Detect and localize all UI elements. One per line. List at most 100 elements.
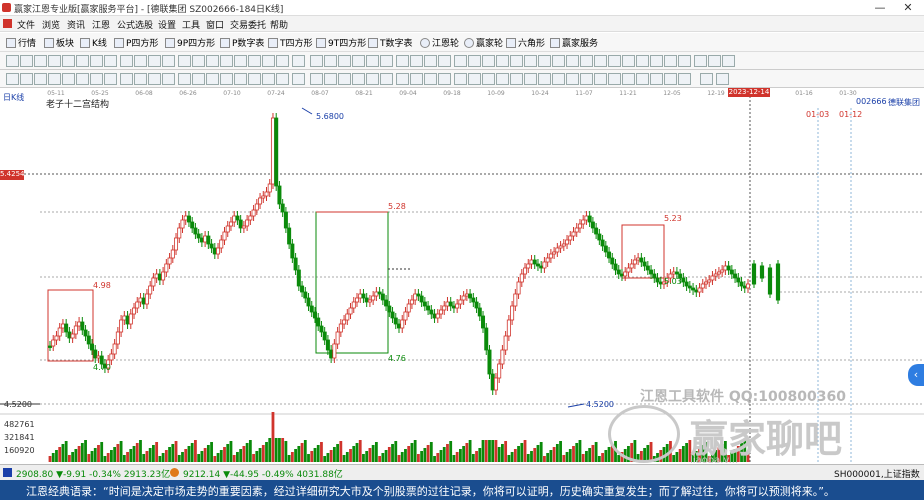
tool-button-28[interactable]: [410, 55, 423, 67]
chart-tool-button-43[interactable]: [622, 73, 635, 85]
tool-button-6[interactable]: [90, 55, 103, 67]
tool-button-33[interactable]: [482, 55, 495, 67]
chart-tool-button-16[interactable]: [234, 73, 247, 85]
tool-button-13[interactable]: [192, 55, 205, 67]
chart-tool-button-32[interactable]: [468, 73, 481, 85]
chart-tool-button-28[interactable]: [410, 73, 423, 85]
tool-button-23[interactable]: [338, 55, 351, 67]
chart-tool-button-19[interactable]: [276, 73, 289, 85]
chart-tool-button-35[interactable]: [510, 73, 523, 85]
menu-help[interactable]: 帮助: [270, 18, 288, 31]
toolbar-t-table-button[interactable]: T数字表: [368, 36, 413, 49]
toolbar-quotes-button[interactable]: 行情: [6, 36, 36, 49]
current-index-label[interactable]: SH000001,上证指数: [834, 467, 920, 480]
chart-tool-button-39[interactable]: [566, 73, 579, 85]
close-button[interactable]: ✕: [896, 1, 920, 15]
chart-tool-button-30[interactable]: [438, 73, 451, 85]
toolbar-kline-button[interactable]: K线: [80, 36, 107, 49]
tool-button-7[interactable]: [104, 55, 117, 67]
tool-button-42[interactable]: [608, 55, 621, 67]
tool-button-11[interactable]: [162, 55, 175, 67]
tool-button-5[interactable]: [76, 55, 89, 67]
chart-tool-button-31[interactable]: [454, 73, 467, 85]
chart-tool-button-24[interactable]: [352, 73, 365, 85]
toolbar-sector-button[interactable]: 板块: [44, 36, 74, 49]
chart-tool-button-29[interactable]: [424, 73, 437, 85]
app-menu-icon[interactable]: [3, 19, 12, 28]
chart-tool-button-40[interactable]: [580, 73, 593, 85]
tool-button-19[interactable]: [276, 55, 289, 67]
menu-formula[interactable]: 公式选股: [117, 18, 153, 31]
sz-index-status[interactable]: 9212.14 ▼-44.95 -0.49% 4031.88亿: [183, 467, 343, 480]
chart-tool-button-18[interactable]: [262, 73, 275, 85]
menu-gann[interactable]: 江恩: [92, 18, 110, 31]
tool-button-30[interactable]: [438, 55, 451, 67]
chart-tool-button-38[interactable]: [552, 73, 565, 85]
chart-tool-button-4[interactable]: [62, 73, 75, 85]
tool-button-22[interactable]: [324, 55, 337, 67]
menu-trade[interactable]: 交易委托: [230, 18, 266, 31]
chart-tool-button-20[interactable]: [292, 73, 305, 85]
chart-tool-button-7[interactable]: [104, 73, 117, 85]
tool-button-35[interactable]: [510, 55, 523, 67]
tool-button-32[interactable]: [468, 55, 481, 67]
tool-button-47[interactable]: [678, 55, 691, 67]
toolbar-t-square-button[interactable]: T四方形: [268, 36, 313, 49]
chart-tool-button-47[interactable]: [678, 73, 691, 85]
tool-button-34[interactable]: [496, 55, 509, 67]
menu-settings[interactable]: 设置: [158, 18, 176, 31]
menu-news[interactable]: 资讯: [67, 18, 85, 31]
tool-button-21[interactable]: [310, 55, 323, 67]
chart-tool-button-0[interactable]: [6, 73, 19, 85]
tool-button-31[interactable]: [454, 55, 467, 67]
tool-button-44[interactable]: [636, 55, 649, 67]
chart-tool-button-5[interactable]: [76, 73, 89, 85]
toolbar-p-table-button[interactable]: P数字表: [220, 36, 264, 49]
toolbar-hexagon-button[interactable]: 六角形: [506, 36, 545, 49]
tool-button-18[interactable]: [262, 55, 275, 67]
tool-button-4[interactable]: [62, 55, 75, 67]
chart-tool-button-6[interactable]: [90, 73, 103, 85]
chart-tool-button-10[interactable]: [148, 73, 161, 85]
toolbar-gann-wheel-button[interactable]: 江恩轮: [420, 36, 459, 49]
chart-tool-button-41[interactable]: [594, 73, 607, 85]
tool-button-49[interactable]: [708, 55, 721, 67]
chart-tool-button-8[interactable]: [120, 73, 133, 85]
chart-tool-button-14[interactable]: [206, 73, 219, 85]
chart-tool-button-22[interactable]: [324, 73, 337, 85]
toolbar-9t-square-button[interactable]: 9T四方形: [316, 36, 366, 49]
chart-tool-button-46[interactable]: [664, 73, 677, 85]
menu-file[interactable]: 文件: [17, 18, 35, 31]
tool-button-46[interactable]: [664, 55, 677, 67]
chart-tool-button-37[interactable]: [538, 73, 551, 85]
tool-button-43[interactable]: [622, 55, 635, 67]
chart-tool-button-2[interactable]: [34, 73, 47, 85]
side-expand-button[interactable]: ‹: [908, 364, 924, 386]
minimize-button[interactable]: —: [868, 1, 892, 15]
tool-button-29[interactable]: [424, 55, 437, 67]
tool-button-24[interactable]: [352, 55, 365, 67]
tool-button-40[interactable]: [580, 55, 593, 67]
tool-button-9[interactable]: [134, 55, 147, 67]
tool-button-26[interactable]: [380, 55, 393, 67]
tool-button-39[interactable]: [566, 55, 579, 67]
chart-tool-button-48[interactable]: [700, 73, 713, 85]
chart-tool-button-1[interactable]: [20, 73, 33, 85]
tool-button-15[interactable]: [220, 55, 233, 67]
tool-button-16[interactable]: [234, 55, 247, 67]
chart-tool-button-23[interactable]: [338, 73, 351, 85]
tool-button-41[interactable]: [594, 55, 607, 67]
chart-tool-button-11[interactable]: [162, 73, 175, 85]
chart-tool-button-17[interactable]: [248, 73, 261, 85]
chart-tool-button-15[interactable]: [220, 73, 233, 85]
toolbar-winner-wheel-button[interactable]: 赢家轮: [464, 36, 503, 49]
tool-button-0[interactable]: [6, 55, 19, 67]
tool-button-8[interactable]: [120, 55, 133, 67]
chart-tool-button-13[interactable]: [192, 73, 205, 85]
tool-button-3[interactable]: [48, 55, 61, 67]
tool-button-38[interactable]: [552, 55, 565, 67]
chart-tool-button-34[interactable]: [496, 73, 509, 85]
tool-button-17[interactable]: [248, 55, 261, 67]
toolbar-9p-square-button[interactable]: 9P四方形: [165, 36, 215, 49]
tool-button-1[interactable]: [20, 55, 33, 67]
